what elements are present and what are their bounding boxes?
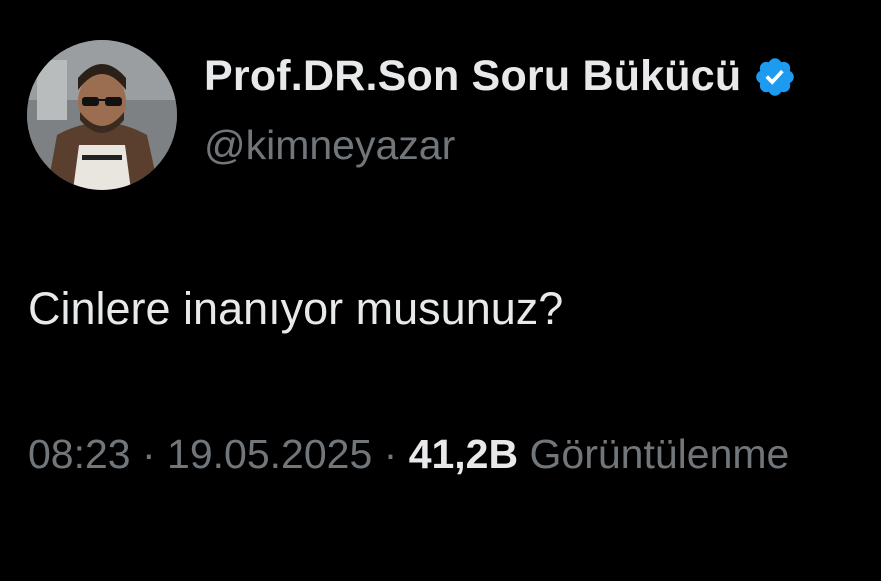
- views-label: Görüntülenme: [529, 431, 790, 477]
- author-display-name[interactable]: Prof.DR.Son Soru Bükücü: [204, 52, 741, 101]
- avatar-photo: [27, 40, 177, 190]
- tweet-meta: 08:23 · 19.05.2025 · 41,2B Görüntülenme: [28, 431, 789, 478]
- author-name-row: Prof.DR.Son Soru Bükücü: [204, 52, 797, 101]
- tweet-text: Cinlere inanıyor musunuz?: [28, 283, 564, 334]
- meta-separator: ·: [372, 431, 409, 477]
- avatar[interactable]: [27, 40, 177, 190]
- meta-separator: ·: [130, 431, 168, 477]
- tweet-date[interactable]: 19.05.2025: [167, 431, 372, 477]
- views-count[interactable]: 41,2B: [409, 431, 518, 477]
- tweet-time[interactable]: 08:23: [28, 431, 131, 477]
- author-handle[interactable]: @kimneyazar: [204, 122, 455, 169]
- verified-badge-icon: [753, 55, 797, 99]
